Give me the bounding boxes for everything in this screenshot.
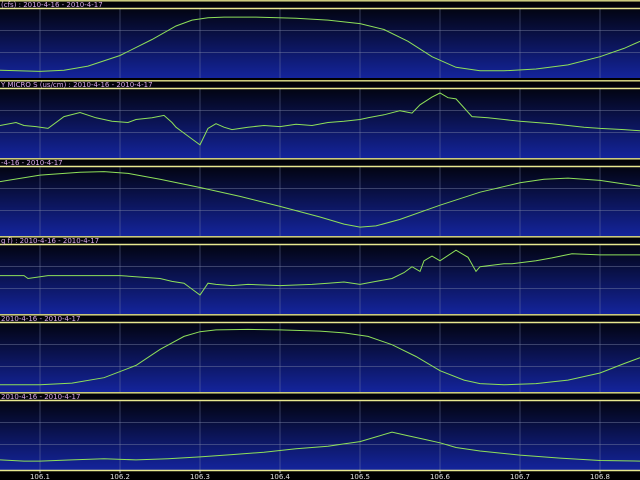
panel-title: 2010-4-16 - 2010-4-17 (1, 393, 80, 401)
x-tick-label: 106.4 (270, 473, 291, 480)
panel-5: 2010-4-16 - 2010-4-17 (0, 314, 640, 392)
x-tick-label: 106.6 (430, 473, 451, 480)
panel-background (0, 0, 640, 78)
x-tick-label: 106.3 (190, 473, 210, 480)
multi-panel-line-chart: (cfs) : 2010-4-16 - 2010-4-17 Y MICRO S (… (0, 0, 640, 480)
x-tick-label: 106.2 (110, 473, 130, 480)
panel-background (0, 236, 640, 314)
panel-title: (cfs) : 2010-4-16 - 2010-4-17 (1, 1, 103, 9)
x-tick-label: 106.5 (350, 473, 370, 480)
x-tick-label: 106.7 (510, 473, 530, 480)
panel-6: 2010-4-16 - 2010-4-17 (0, 392, 640, 470)
panel-4: g f) : 2010-4-16 - 2010-4-17 (0, 236, 640, 314)
panel-title: Y MICRO S (us/cm) : 2010-4-16 - 2010-4-1… (0, 81, 153, 89)
panel-title: g f) : 2010-4-16 - 2010-4-17 (1, 237, 99, 245)
panel-background (0, 314, 640, 392)
x-axis-band (0, 470, 640, 480)
panel-3: -4-16 - 2010-4-17 (0, 158, 640, 236)
panel-2: Y MICRO S (us/cm) : 2010-4-16 - 2010-4-1… (0, 80, 640, 158)
panel-background (0, 392, 640, 470)
panel-title: 2010-4-16 - 2010-4-17 (1, 315, 80, 323)
x-tick-label: 106.1 (30, 473, 50, 480)
x-tick-label: 106.8 (590, 473, 610, 480)
panel-title: -4-16 - 2010-4-17 (1, 159, 63, 167)
x-axis: 106.1 106.2 106.3 106.4 106.5 106.6 106.7 106.8 (0, 469, 640, 480)
panel-1: (cfs) : 2010-4-16 - 2010-4-17 (0, 0, 640, 78)
panel-background (0, 80, 640, 158)
panel-background (0, 158, 640, 236)
